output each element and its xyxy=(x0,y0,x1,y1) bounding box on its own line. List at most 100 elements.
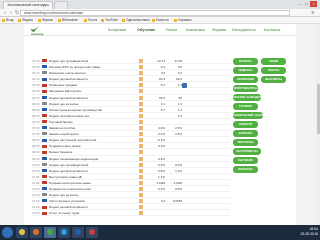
nav-item[interactable]: Котировки xyxy=(108,28,126,32)
event-name[interactable]: Объем промышленного производства xyxy=(49,108,134,112)
event-name[interactable]: Розничные продажи xyxy=(49,83,134,87)
tab-new[interactable] xyxy=(54,1,68,9)
category-button[interactable]: ВАЛЮТЫ xyxy=(233,58,258,65)
category-button[interactable]: КРИПТОВАЛЮТЫ xyxy=(233,85,258,92)
event-name[interactable]: Индекс цен на жилье xyxy=(49,102,134,106)
bookmark-item[interactable]: Почта xyxy=(84,18,97,23)
event-time: 12:00 xyxy=(32,186,40,191)
nav-item[interactable]: Аналитика xyxy=(186,28,205,32)
country-flag-icon xyxy=(42,89,47,93)
event-name[interactable]: Продажи новых домов xyxy=(49,144,134,148)
category-button[interactable]: ОБЛИГАЦИИ xyxy=(233,76,258,83)
event-name[interactable]: Индекс цен производителей xyxy=(49,163,134,167)
country-flag-icon xyxy=(42,175,47,179)
bookmark-item[interactable]: Одноклассники xyxy=(122,18,150,23)
event-name[interactable]: Изменение числа занятых xyxy=(49,71,134,75)
bookmark-item[interactable]: Яндекс xyxy=(18,18,33,23)
bookmarks-bar: Вход Яндекс Форекс ВКонтакте Почта YouTu… xyxy=(0,17,320,24)
event-name[interactable]: Число буровых установок xyxy=(49,199,134,203)
alert-icon[interactable] xyxy=(182,82,187,88)
bookmark-item[interactable]: Вход xyxy=(2,18,13,23)
event-name[interactable]: Решение ФРС по процентной ставке xyxy=(49,65,134,69)
event-name[interactable]: Индекс потребительских цен xyxy=(49,114,134,118)
country-flag-icon xyxy=(42,126,47,130)
event-name[interactable]: Индекс цен производителей xyxy=(49,59,134,63)
category-button[interactable]: ЭКОНОМ. КАЛЕНДАРЬ xyxy=(233,94,261,101)
event-name[interactable]: Индекс деловой активности xyxy=(49,205,134,209)
nav-item[interactable]: Контакты xyxy=(264,28,280,32)
taskbar-app-explorer[interactable] xyxy=(16,227,28,238)
event-name[interactable]: Индекс деловой активности xyxy=(49,96,134,100)
event-time: 11:00 xyxy=(32,174,40,179)
scroll-thumb[interactable] xyxy=(316,84,320,134)
address-bar: ‹ › ↻ www.investing.com/economic-calenda… xyxy=(0,9,320,17)
forecast-value: 2.62M xyxy=(173,180,182,185)
site-logo[interactable]: investing xyxy=(30,26,56,36)
importance-icon xyxy=(139,113,143,118)
table-row[interactable]: 14:00 Отчет по рынку труда xyxy=(32,210,230,217)
event-name[interactable]: Индекс цен на жилье xyxy=(49,193,134,197)
bookmark-item[interactable]: Сервисы xyxy=(174,18,192,23)
url-input[interactable]: www.investing.com/economic-calendar/ xyxy=(20,10,290,16)
forecast-value: 17.06 xyxy=(174,59,182,63)
scrollbar[interactable] xyxy=(316,24,320,225)
close-icon[interactable]: × xyxy=(310,1,317,7)
category-button[interactable]: ТЕХНИЧЕСКИЙ АНАЛИЗ xyxy=(233,112,263,119)
category-button[interactable]: ИНДЕКСЫ xyxy=(233,67,258,74)
tab-active[interactable]: Экономический календарь xyxy=(3,1,53,9)
event-name[interactable]: Индекс настроений потребителей xyxy=(49,138,134,142)
event-name[interactable]: Торговый баланс xyxy=(49,120,134,124)
event-name[interactable]: Заявки на пособие xyxy=(49,126,134,130)
category-button[interactable]: ПРОГНОЗЫ xyxy=(233,139,258,146)
taskbar: 18:54 23.05.2015 xyxy=(0,225,320,240)
nav-item[interactable]: Инструменты xyxy=(232,28,256,32)
bookmark-item[interactable]: Новости xyxy=(152,18,169,23)
start-button[interactable] xyxy=(2,227,13,238)
taskbar-app-skype[interactable] xyxy=(58,227,70,238)
category-button[interactable]: АКЦИИ xyxy=(261,58,286,65)
taskbar-app-recorder[interactable] xyxy=(86,227,98,238)
actual-value: 0.5% xyxy=(158,168,165,173)
category-button[interactable]: БРОКЕРЫ xyxy=(233,130,258,137)
bookmark-item[interactable]: Форекс xyxy=(38,18,53,23)
event-name[interactable]: Заседание Еврогруппы xyxy=(49,89,134,93)
category-button[interactable]: ФЬЮЧЕРСЫ xyxy=(261,76,286,83)
event-name[interactable]: Продажи на вторичном рынке xyxy=(49,181,134,185)
taskbar-app-word[interactable] xyxy=(72,227,84,238)
category-button[interactable]: ОБУЧЕНИЕ xyxy=(233,157,258,164)
event-name[interactable]: Запасы сырой нефти xyxy=(49,132,134,136)
actual-value: 4.5 xyxy=(160,71,165,76)
bookmark-item[interactable]: YouTube xyxy=(101,18,118,23)
taskbar-app-chrome[interactable] xyxy=(44,227,56,238)
event-name[interactable]: Отчет по рынку труда xyxy=(49,211,134,215)
event-name[interactable]: Выступление главы ЦБ xyxy=(49,175,134,179)
nav-item[interactable]: Рынки xyxy=(166,28,177,32)
event-time: 10:00 xyxy=(32,162,40,167)
category-button[interactable]: ТОВАРЫ xyxy=(261,67,286,74)
nav-item[interactable]: Форумы xyxy=(212,28,226,32)
importance-icon xyxy=(139,71,143,76)
category-button[interactable]: НОВОСТИ xyxy=(233,121,258,128)
menu-icon[interactable]: ≡ xyxy=(310,10,316,16)
country-flag-icon xyxy=(42,205,47,209)
country-flag-icon xyxy=(42,108,47,112)
event-name[interactable]: Баланс бюджета xyxy=(49,150,134,154)
event-name[interactable]: Индекс опережающих индикаторов xyxy=(49,157,134,161)
forecast-value: 1.5% xyxy=(175,132,182,137)
category-button[interactable]: ГРАФИКИ xyxy=(233,103,258,110)
nav-item-active[interactable]: Обучение xyxy=(137,28,155,32)
bookmark-item[interactable]: ВКонтакте xyxy=(58,18,78,23)
category-button[interactable]: КОНТАКТЫ xyxy=(233,166,258,173)
event-name[interactable]: Продажи на первичном рынке xyxy=(49,187,134,191)
country-flag-icon xyxy=(42,114,47,118)
event-name[interactable]: Индекс деловой активности xyxy=(49,169,134,173)
taskbar-app-media[interactable] xyxy=(30,227,42,238)
minimize-icon[interactable]: – xyxy=(296,1,303,7)
maximize-icon[interactable]: □ xyxy=(303,1,310,7)
event-name[interactable]: Индекс деловой активности xyxy=(49,77,134,81)
event-time: 01:30 xyxy=(32,59,40,63)
clock-date: 23.05.2015 xyxy=(300,232,318,236)
main-content: 01:30 Индекс цен производителей 22.74 17.06… xyxy=(24,36,296,225)
category-button[interactable]: ИНСТРУМЕНТЫ xyxy=(233,148,261,155)
event-time: 08:00 xyxy=(32,138,40,143)
